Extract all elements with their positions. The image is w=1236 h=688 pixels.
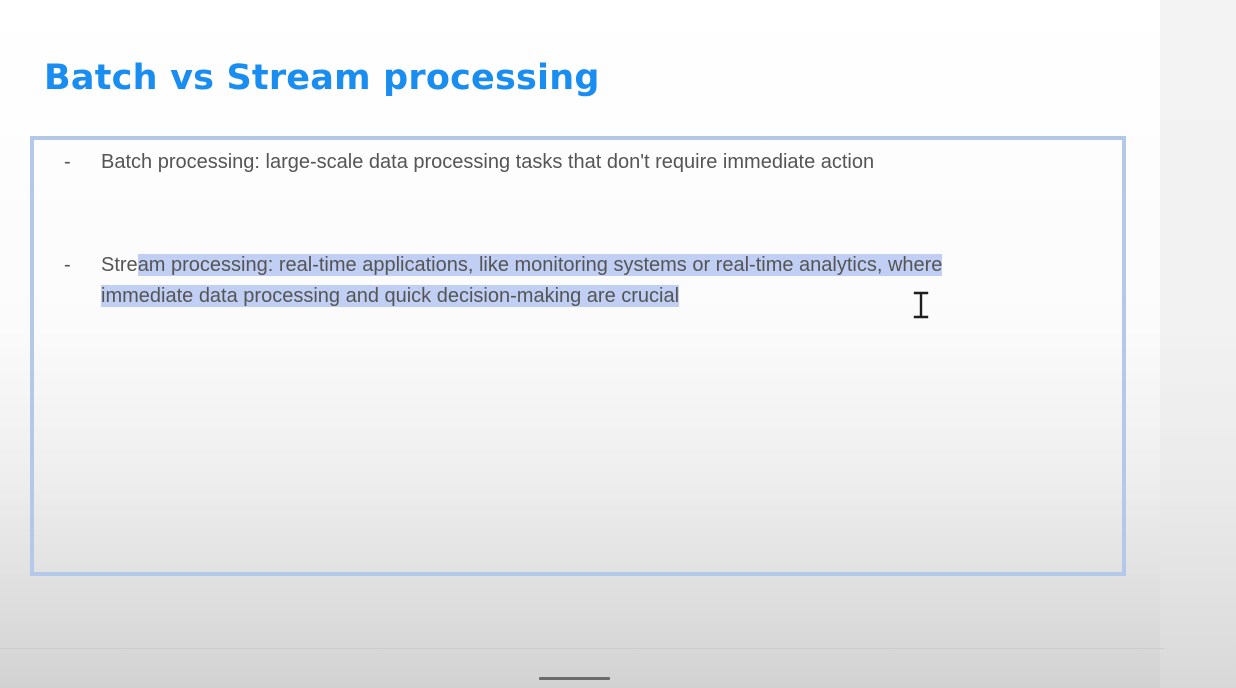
scroll-handle[interactable]	[539, 677, 610, 680]
bullet-text-stream-line2: immediate data processing and quick deci…	[101, 281, 942, 312]
bullet-text-stream[interactable]: Stream processing: real-time application…	[101, 250, 943, 312]
text-cursor-icon	[913, 291, 929, 319]
bullet-dash: -	[64, 151, 71, 173]
unselected-text: Stre	[101, 254, 138, 276]
footer-divider	[0, 648, 1164, 649]
slide-title: Batch vs Stream processing	[44, 58, 600, 98]
selected-text: am processing: real-time applications, l…	[137, 254, 943, 276]
right-edge-shade	[1160, 0, 1236, 688]
bullet-text-stream-line1: Stream processing: real-time application…	[101, 250, 943, 281]
selected-text: immediate data processing and quick deci…	[101, 285, 680, 307]
bullet-dash: -	[64, 254, 71, 276]
text-content-box[interactable]	[30, 136, 1126, 576]
bullet-text-batch: Batch processing: large-scale data proce…	[101, 151, 875, 173]
